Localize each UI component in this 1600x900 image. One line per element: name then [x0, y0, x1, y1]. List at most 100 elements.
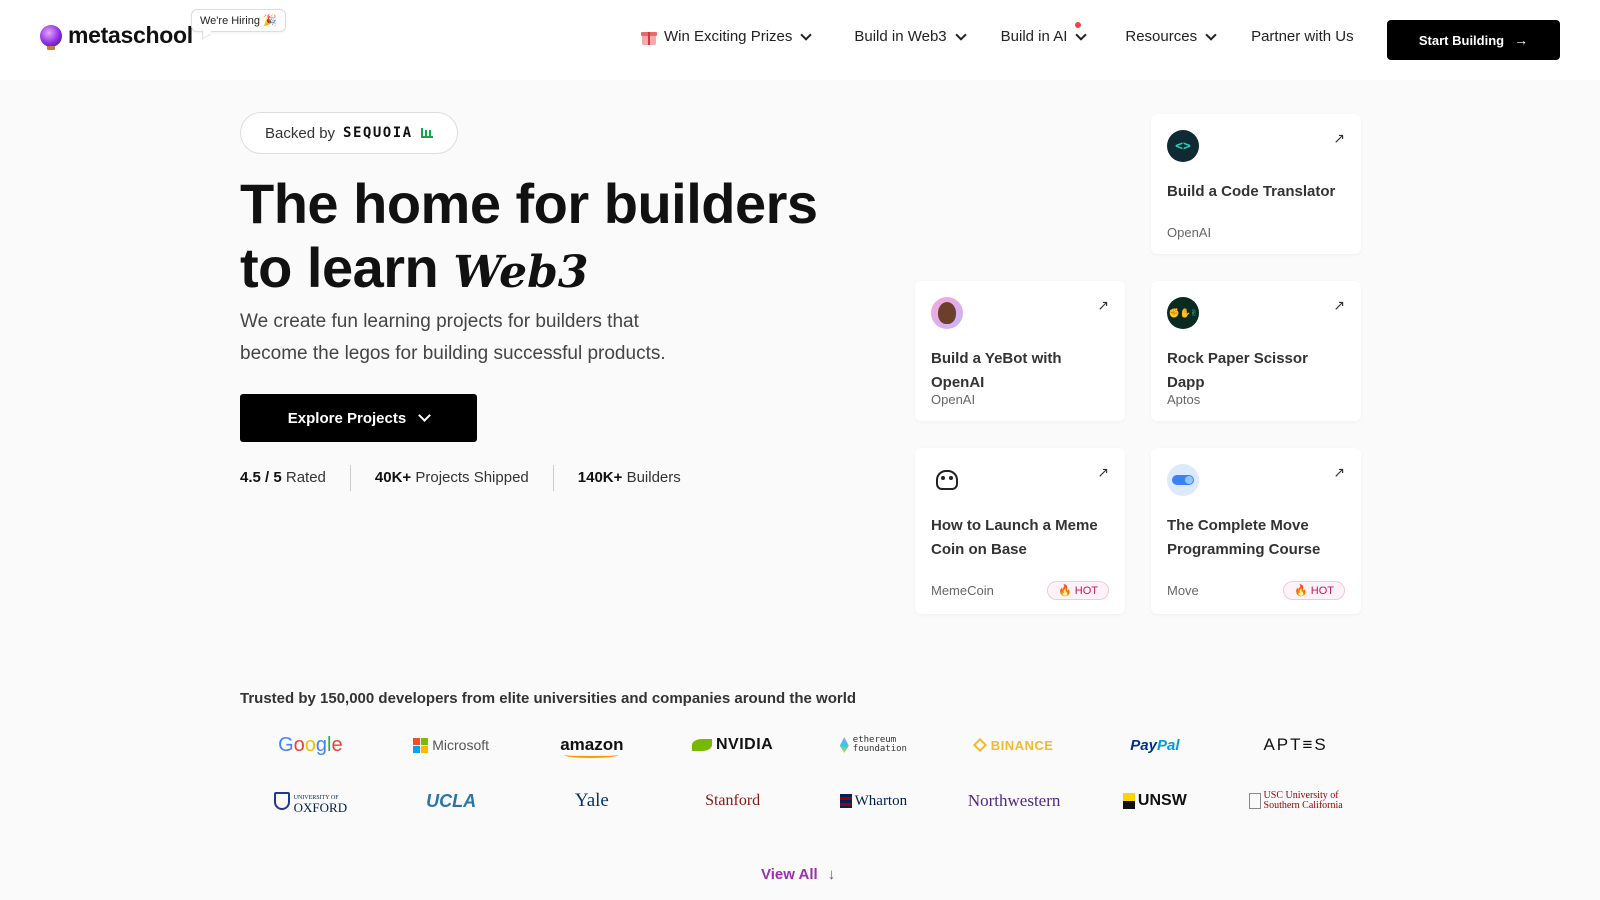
stat-label: Projects Shipped — [415, 469, 529, 486]
microsoft-wordmark: Microsoft — [432, 737, 490, 753]
nav-build-web3[interactable]: Build in Web3 — [854, 28, 967, 45]
nvidia-logo: NVIDIA — [662, 732, 803, 758]
headline-rotating-word: Web3 — [453, 247, 589, 298]
arrow-up-right-icon: ↗ — [1333, 464, 1345, 480]
arrow-down-icon: ↓ — [827, 866, 836, 883]
wharton-shield-icon — [839, 794, 852, 808]
aptos-logo: APT≡S — [1225, 732, 1366, 758]
avatar-face-icon — [931, 297, 963, 329]
oxford-wordmark: UNIVERSITY OF OXFORD — [293, 790, 348, 815]
card-footer: OpenAI — [931, 392, 1109, 407]
nvidia-wordmark: NVIDIA — [716, 736, 774, 753]
headline-line-1: The home for builders — [240, 172, 818, 235]
yale-wordmark: Yale — [574, 790, 609, 811]
top-nav-bar: metaschool We're Hiring 🎉 Win Exciting P… — [0, 0, 1600, 80]
hot-badge: 🔥 HOT — [1047, 581, 1109, 600]
northwestern-logo: Northwestern — [944, 788, 1085, 814]
usc-logo: USC University of Southern California — [1225, 788, 1366, 814]
gift-icon — [640, 29, 658, 45]
binance-diamond-icon — [972, 737, 987, 753]
project-card[interactable]: ✊✋✌ ↗ Rock Paper Scissor Dapp Aptos — [1151, 281, 1361, 421]
nav-label: Win Exciting Prizes — [664, 28, 793, 45]
button-label: Start Building — [1418, 32, 1505, 48]
unsw-wordmark: UNSW — [1137, 792, 1187, 809]
headline-line-2: to learn Web3 — [240, 236, 818, 305]
brand-logo[interactable]: metaschool — [40, 22, 193, 50]
stat-value: 140K+ — [577, 469, 623, 486]
paypal-pay: Pay — [1130, 736, 1157, 754]
microsoft-squares-icon — [413, 737, 429, 753]
hot-badge: 🔥 HOT — [1283, 581, 1345, 600]
explore-projects-button[interactable]: Explore Projects — [240, 394, 477, 442]
view-all-link[interactable]: View All ↓ — [761, 866, 835, 883]
paypal-logo: Pay Pal — [1085, 732, 1226, 758]
nav-build-ai[interactable]: Build in AI — [1000, 22, 1088, 45]
project-card[interactable]: ↗ The Complete Move Programming Course M… — [1151, 448, 1361, 614]
rock-paper-scissor-icon: ✊✋✌ — [1167, 297, 1199, 329]
start-building-button[interactable]: Start Building → — [1387, 20, 1560, 60]
stanford-logo: Stanford — [662, 788, 803, 814]
trusted-by-heading: Trusted by 150,000 developers from elite… — [240, 690, 857, 707]
backed-by-label: Backed by — [265, 124, 336, 142]
chevron-down-icon — [1205, 28, 1217, 41]
nav-label: Partner with Us — [1251, 28, 1354, 45]
amazon-wordmark: amazon — [560, 735, 624, 758]
card-tag: OpenAI — [1167, 225, 1212, 240]
northwestern-wordmark: Northwestern — [967, 791, 1061, 810]
nav-label: Build in AI — [1000, 28, 1068, 45]
stat-label: Rated — [285, 469, 326, 486]
wharton-logo: Wharton — [803, 788, 944, 814]
card-footer: MemeCoin 🔥 HOT — [931, 581, 1109, 600]
chevron-down-icon — [800, 28, 813, 41]
hero-subtext: We create fun learning projects for buil… — [240, 311, 666, 364]
stat-value: 4.5 / 5 — [240, 469, 282, 486]
project-card[interactable]: <> ↗ Build a Code Translator OpenAI — [1151, 114, 1361, 254]
hero-stats: 4.5 / 5 Rated 40K+ Projects Shipped 140K… — [240, 465, 705, 491]
hero-headline: The home for builders to learn Web3 — [240, 172, 818, 305]
project-card[interactable]: ↗ Build a YeBot with OpenAI OpenAI — [915, 281, 1125, 421]
hiring-badge[interactable]: We're Hiring 🎉 — [191, 9, 286, 32]
notification-dot — [1075, 22, 1082, 28]
nav-win-prizes[interactable]: Win Exciting Prizes — [640, 28, 813, 45]
microsoft-logo: Microsoft — [381, 732, 522, 758]
project-card[interactable]: ↗ How to Launch a Meme Coin on Base Meme… — [915, 448, 1125, 614]
oxford-lower: OXFORD — [293, 799, 348, 815]
move-toggle-icon — [1167, 464, 1199, 496]
usc-lower: Southern California — [1263, 800, 1343, 811]
ethereum-diamond-icon — [839, 737, 849, 753]
card-title: How to Launch a Meme Coin on Base — [931, 517, 1098, 558]
nav-resources[interactable]: Resources — [1125, 28, 1217, 45]
card-title: Build a YeBot with OpenAI — [931, 350, 1062, 391]
ethereum-wordmark: ethereum foundation — [853, 736, 907, 754]
oxford-crest-icon — [273, 792, 290, 810]
binance-logo: BINANCE — [944, 732, 1085, 758]
backed-by-pill: Backed by SEQUOIA — [240, 112, 458, 154]
card-tag: Move — [1167, 583, 1199, 598]
card-tag: MemeCoin — [931, 583, 994, 598]
brand-name: metaschool — [68, 22, 193, 48]
ethereum-foundation-logo: ethereum foundation — [803, 732, 944, 758]
code-brackets-icon: <> — [1167, 130, 1199, 162]
card-title: Build a Code Translator — [1167, 183, 1336, 200]
arrow-right-icon: → — [1514, 32, 1529, 48]
card-tag: Aptos — [1167, 392, 1201, 407]
crystal-ball-icon — [40, 24, 62, 50]
stat-rating: 4.5 / 5 Rated — [240, 465, 350, 491]
stat-projects: 40K+ Projects Shipped — [349, 465, 553, 491]
aptos-wordmark: APT≡S — [1263, 735, 1328, 754]
card-title: Rock Paper Scissor Dapp — [1167, 350, 1308, 391]
sequoia-mark-icon — [420, 128, 433, 138]
google-wordmark: Google — [278, 733, 343, 756]
stat-value: 40K+ — [374, 469, 412, 486]
headline-prefix: to learn — [240, 236, 439, 299]
nav-label: Build in Web3 — [854, 28, 947, 45]
view-all-label: View All — [761, 866, 818, 883]
arrow-up-right-icon: ↗ — [1333, 297, 1345, 313]
foundation-word: foundation — [852, 744, 907, 754]
meme-frog-icon — [931, 464, 963, 496]
binance-wordmark: BINANCE — [990, 737, 1054, 753]
stanford-wordmark: Stanford — [705, 792, 761, 809]
nav-partner[interactable]: Partner with Us — [1251, 28, 1354, 45]
amazon-logo: amazon — [522, 732, 663, 758]
card-footer: OpenAI — [1167, 225, 1345, 240]
